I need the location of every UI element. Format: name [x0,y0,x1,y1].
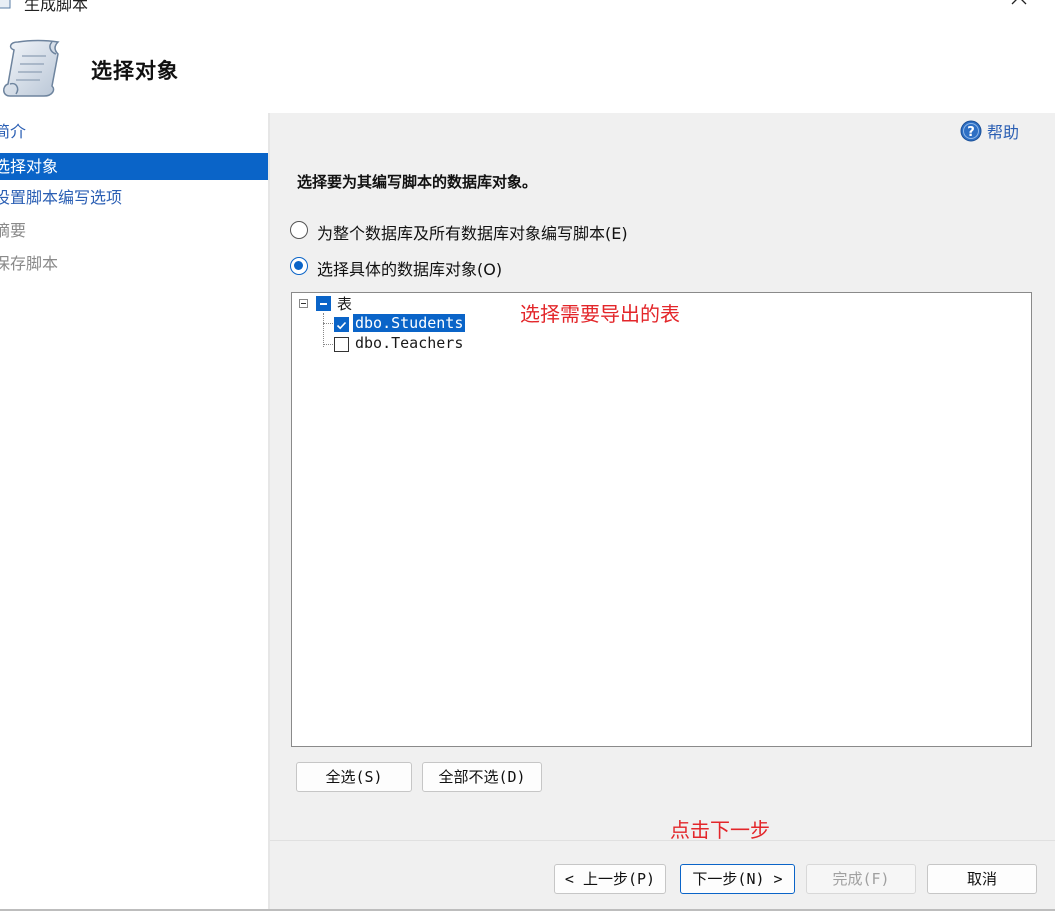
deselect-all-button[interactable]: 全部不选(D) [422,762,542,792]
option-label[interactable]: 为整个数据库及所有数据库对象编写脚本(E) [317,220,628,244]
tree-node-tables[interactable]: 表 [337,293,352,314]
radio-entire-database[interactable] [290,221,308,239]
tables-checkbox[interactable] [316,296,331,311]
wizard-nav: 简介 选择对象 设置脚本编写选项 摘要 保存脚本 [0,113,268,911]
annotation-select-tables: 选择需要导出的表 [520,302,680,326]
title-bar: 生成脚本 [0,0,1055,12]
svg-text:?: ? [967,125,975,140]
app-icon [0,0,11,9]
tree-node-students[interactable]: dbo.Students [353,314,466,332]
object-tree[interactable]: 表 dbo.Students dbo.Teachers [291,292,1032,747]
students-checkbox[interactable] [334,317,349,332]
checkmark-icon [336,321,347,330]
finish-button: 完成(F) [806,864,916,894]
tree-node-teachers[interactable]: dbo.Teachers [355,334,463,352]
radio-specific-objects[interactable] [290,257,308,275]
nav-item-save-script: 保存脚本 [0,254,59,273]
tree-connector [323,323,333,324]
main-panel: ? 帮助 选择要为其编写脚本的数据库对象。 为整个数据库及所有数据库对象编写脚本… [270,113,1055,911]
help-label[interactable]: 帮助 [987,119,1019,143]
tree-connector [323,344,333,345]
option-label[interactable]: 选择具体的数据库对象(O) [317,256,502,280]
maximize-icon[interactable] [939,0,959,10]
script-scroll-icon [3,39,60,97]
instruction-text: 选择要为其编写脚本的数据库对象。 [297,173,538,191]
help-icon: ? [960,120,982,142]
footer-divider [270,840,1055,841]
annotation-click-next: 点击下一步 [670,818,770,842]
wizard-header: 选择对象 [0,12,1055,113]
nav-item-scripting-options[interactable]: 设置脚本编写选项 [0,184,268,211]
nav-item-summary: 摘要 [0,221,27,240]
select-all-button[interactable]: 全选(S) [296,762,412,792]
collapse-icon[interactable] [299,299,308,308]
minimize-icon[interactable] [871,0,891,10]
close-icon[interactable] [1009,0,1029,10]
next-button[interactable]: 下一步(N) > [680,864,795,894]
cancel-button[interactable]: 取消 [927,864,1037,894]
nav-item-select-objects[interactable]: 选择对象 [0,153,268,180]
nav-item-intro[interactable]: 简介 [0,118,268,145]
previous-button[interactable]: < 上一步(P) [554,864,666,894]
teachers-checkbox[interactable] [334,337,349,352]
window-title: 生成脚本 [24,0,89,12]
tree-connector [323,313,324,347]
page-title: 选择对象 [91,59,179,83]
